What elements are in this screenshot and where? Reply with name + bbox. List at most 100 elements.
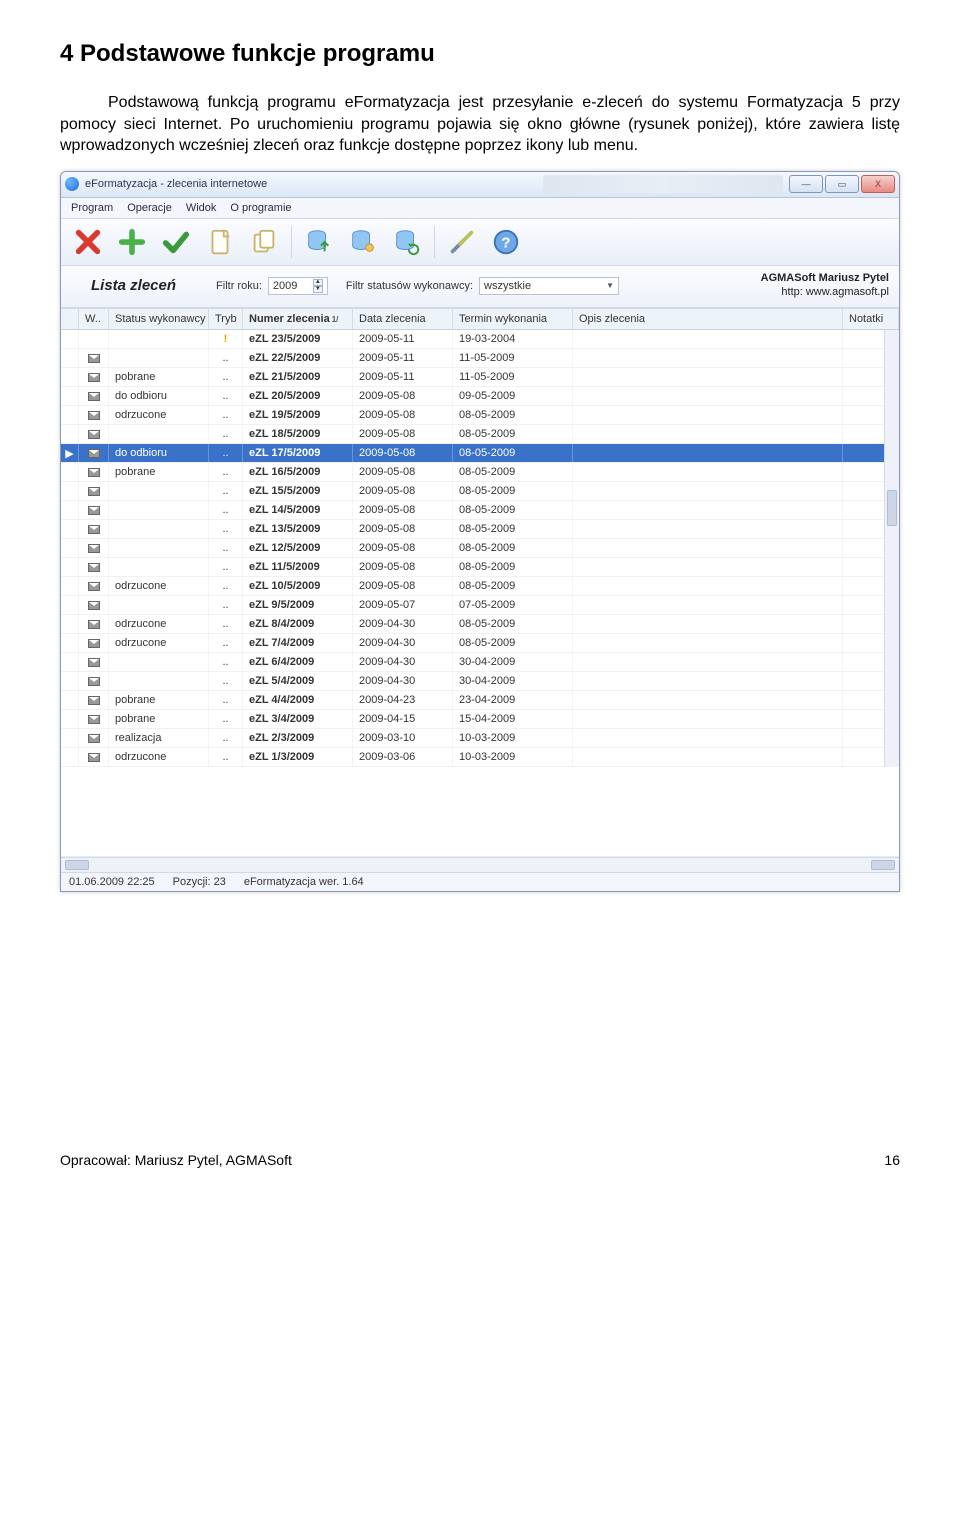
column-header-w[interactable]: W.. bbox=[79, 309, 109, 329]
cell-status: odrzucone bbox=[109, 406, 209, 424]
table-row[interactable]: ..eZL 15/5/20092009-05-0808-05-2009 bbox=[61, 482, 899, 501]
cell-date: 2009-05-08 bbox=[353, 444, 453, 462]
table-row[interactable]: ▶do odbioru..eZL 17/5/20092009-05-0808-0… bbox=[61, 444, 899, 463]
menu-widok[interactable]: Widok bbox=[186, 202, 217, 214]
status-filter-combo[interactable]: wszystkie ▼ bbox=[479, 277, 619, 295]
cell-date: 2009-05-08 bbox=[353, 520, 453, 538]
menu-program[interactable]: Program bbox=[71, 202, 113, 214]
cell-number: eZL 16/5/2009 bbox=[243, 463, 353, 481]
page-icon[interactable] bbox=[203, 225, 237, 259]
brand-name: AGMASoft Mariusz Pytel bbox=[761, 272, 889, 286]
close-window-button[interactable]: X bbox=[861, 175, 895, 193]
cell-status: realizacja bbox=[109, 729, 209, 747]
mail-icon bbox=[79, 444, 109, 462]
table-row[interactable]: ..eZL 5/4/20092009-04-3030-04-2009 bbox=[61, 672, 899, 691]
db-refresh-icon[interactable] bbox=[390, 225, 424, 259]
cell-tryb: .. bbox=[209, 710, 243, 728]
menu-about[interactable]: O programie bbox=[230, 202, 291, 214]
toolbar-separator bbox=[434, 226, 435, 258]
table-row[interactable]: ..eZL 14/5/20092009-05-0808-05-2009 bbox=[61, 501, 899, 520]
envelope-icon bbox=[88, 753, 100, 762]
mail-icon bbox=[79, 558, 109, 576]
year-spinner[interactable]: 2009 ▲▼ bbox=[268, 277, 328, 295]
close-icon[interactable] bbox=[71, 225, 105, 259]
background-blur bbox=[543, 175, 783, 193]
table-row[interactable]: ..eZL 22/5/20092009-05-1111-05-2009 bbox=[61, 349, 899, 368]
table-row[interactable]: odrzucone..eZL 1/3/20092009-03-0610-03-2… bbox=[61, 748, 899, 767]
scrollbar-thumb-left[interactable] bbox=[65, 860, 89, 870]
cell-number: eZL 17/5/2009 bbox=[243, 444, 353, 462]
cell-tryb: .. bbox=[209, 558, 243, 576]
cell-status bbox=[109, 672, 209, 690]
table-row[interactable]: pobrane..eZL 4/4/20092009-04-2323-04-200… bbox=[61, 691, 899, 710]
column-header-ind[interactable] bbox=[61, 309, 79, 329]
table-row[interactable]: !eZL 23/5/20092009-05-1119-03-2004 bbox=[61, 330, 899, 349]
db-users-icon[interactable] bbox=[346, 225, 380, 259]
table-row[interactable]: realizacja..eZL 2/3/20092009-03-1010-03-… bbox=[61, 729, 899, 748]
table-row[interactable]: odrzucone..eZL 7/4/20092009-04-3008-05-2… bbox=[61, 634, 899, 653]
page-footer: Opracował: Mariusz Pytel, AGMASoft 16 bbox=[60, 1152, 900, 1168]
year-label: Filtr roku: bbox=[216, 280, 262, 292]
scrollbar-thumb[interactable] bbox=[887, 490, 897, 526]
row-indicator bbox=[61, 406, 79, 424]
cell-number: eZL 4/4/2009 bbox=[243, 691, 353, 709]
cell-date: 2009-04-15 bbox=[353, 710, 453, 728]
table-row[interactable]: ..eZL 18/5/20092009-05-0808-05-2009 bbox=[61, 425, 899, 444]
cell-tryb: .. bbox=[209, 596, 243, 614]
maximize-button[interactable]: ▭ bbox=[825, 175, 859, 193]
spin-up-icon[interactable]: ▲ bbox=[313, 279, 323, 286]
cell-status bbox=[109, 653, 209, 671]
tools-icon[interactable] bbox=[445, 225, 479, 259]
table-row[interactable]: ..eZL 6/4/20092009-04-3030-04-2009 bbox=[61, 653, 899, 672]
table-row[interactable]: ..eZL 12/5/20092009-05-0808-05-2009 bbox=[61, 539, 899, 558]
column-header-opis[interactable]: Opis zlecenia bbox=[573, 309, 843, 329]
vertical-scrollbar[interactable] bbox=[884, 330, 899, 767]
cell-term: 30-04-2009 bbox=[453, 672, 573, 690]
cell-tryb: .. bbox=[209, 463, 243, 481]
table-row[interactable]: ..eZL 9/5/20092009-05-0707-05-2009 bbox=[61, 596, 899, 615]
table-row[interactable]: odrzucone..eZL 19/5/20092009-05-0808-05-… bbox=[61, 406, 899, 425]
row-indicator bbox=[61, 349, 79, 367]
mail-icon bbox=[79, 539, 109, 557]
table-row[interactable]: pobrane..eZL 3/4/20092009-04-1515-04-200… bbox=[61, 710, 899, 729]
row-indicator bbox=[61, 729, 79, 747]
menu-operacje[interactable]: Operacje bbox=[127, 202, 172, 214]
row-indicator bbox=[61, 748, 79, 766]
confirm-icon[interactable] bbox=[159, 225, 193, 259]
cell-date: 2009-04-30 bbox=[353, 672, 453, 690]
table-row[interactable]: odrzucone..eZL 10/5/20092009-05-0808-05-… bbox=[61, 577, 899, 596]
filter-bar: Lista zleceń Filtr roku: 2009 ▲▼ Filtr s… bbox=[61, 266, 899, 309]
table-row[interactable]: pobrane..eZL 16/5/20092009-05-0808-05-20… bbox=[61, 463, 899, 482]
column-header-date[interactable]: Data zlecenia bbox=[353, 309, 453, 329]
cell-number: eZL 14/5/2009 bbox=[243, 501, 353, 519]
menubar: Program Operacje Widok O programie bbox=[61, 198, 899, 219]
column-header-not[interactable]: Notatki bbox=[843, 309, 899, 329]
copy-icon[interactable] bbox=[247, 225, 281, 259]
column-header-term[interactable]: Termin wykonania bbox=[453, 309, 573, 329]
table-row[interactable]: odrzucone..eZL 8/4/20092009-04-3008-05-2… bbox=[61, 615, 899, 634]
table-row[interactable]: ..eZL 13/5/20092009-05-0808-05-2009 bbox=[61, 520, 899, 539]
column-header-tryb[interactable]: Tryb bbox=[209, 309, 243, 329]
table-row[interactable]: do odbioru..eZL 20/5/20092009-05-0809-05… bbox=[61, 387, 899, 406]
column-header-num[interactable]: Numer zlecenia1/ bbox=[243, 309, 353, 329]
cell-status bbox=[109, 558, 209, 576]
cell-opis bbox=[573, 520, 843, 538]
cell-tryb: .. bbox=[209, 406, 243, 424]
mail-icon bbox=[79, 577, 109, 595]
table-row[interactable]: pobrane..eZL 21/5/20092009-05-1111-05-20… bbox=[61, 368, 899, 387]
cell-term: 10-03-2009 bbox=[453, 729, 573, 747]
cell-status bbox=[109, 539, 209, 557]
cell-date: 2009-04-30 bbox=[353, 634, 453, 652]
column-header-status[interactable]: Status wykonawcy bbox=[109, 309, 209, 329]
minimize-button[interactable]: — bbox=[789, 175, 823, 193]
cell-status bbox=[109, 330, 209, 348]
horizontal-scrollbar[interactable] bbox=[61, 857, 899, 872]
db-up-icon[interactable] bbox=[302, 225, 336, 259]
cell-status bbox=[109, 520, 209, 538]
spin-down-icon[interactable]: ▼ bbox=[313, 286, 323, 293]
cell-tryb: .. bbox=[209, 577, 243, 595]
scrollbar-thumb-right[interactable] bbox=[871, 860, 895, 870]
table-row[interactable]: ..eZL 11/5/20092009-05-0808-05-2009 bbox=[61, 558, 899, 577]
add-icon[interactable] bbox=[115, 225, 149, 259]
help-icon[interactable]: ? bbox=[489, 225, 523, 259]
